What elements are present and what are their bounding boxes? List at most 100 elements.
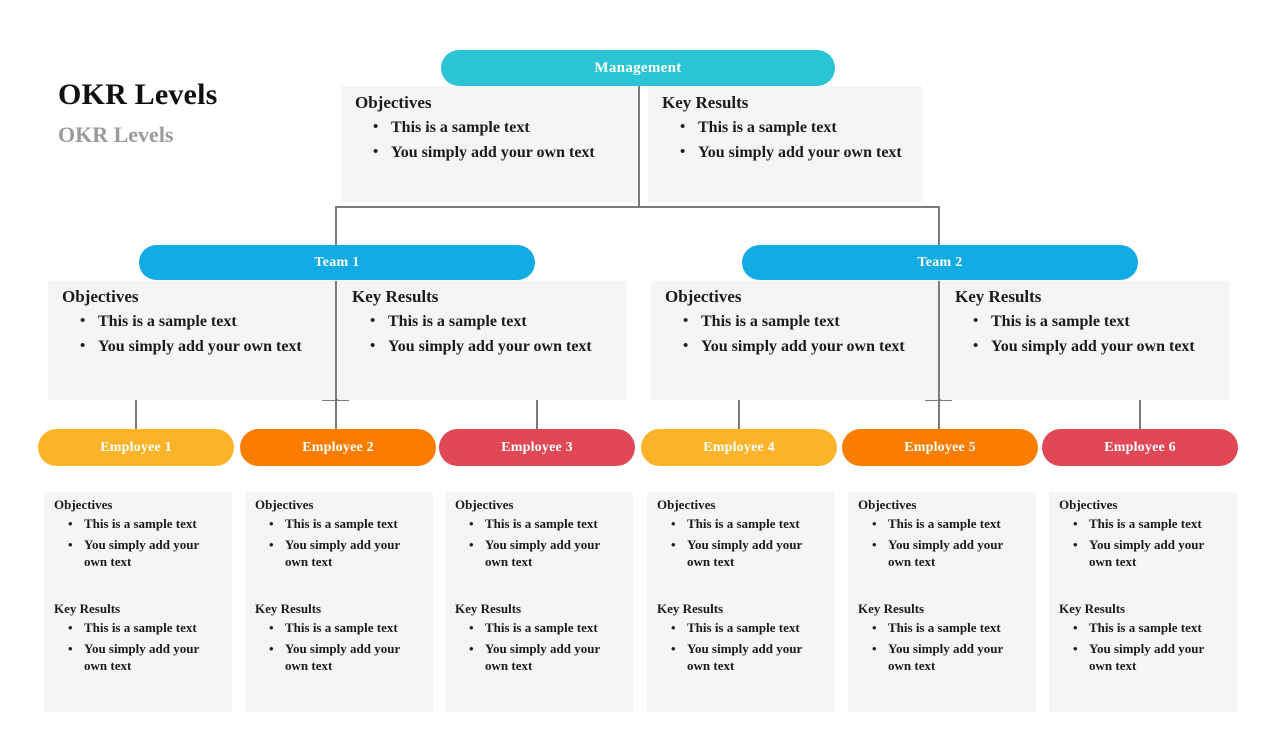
bullet-list: This is a sample text You simply add you…	[54, 516, 224, 571]
panel-heading-key-results: Key Results	[1059, 601, 1126, 616]
node-employee-2[interactable]: Employee 2	[240, 429, 436, 466]
node-employee-5[interactable]: Employee 5	[842, 429, 1038, 466]
panel-employee-2-objectives: Objectives This is a sample text You sim…	[245, 492, 433, 604]
bullet-list: This is a sample text You simply add you…	[657, 516, 827, 571]
panel-heading-key-results: Key Results	[352, 287, 439, 306]
list-item: You simply add your own text	[255, 537, 425, 571]
node-team-2[interactable]: Team 2	[742, 245, 1138, 280]
node-employee-5-label: Employee 5	[904, 439, 976, 455]
bullet-list: This is a sample text You simply add you…	[858, 516, 1028, 571]
panel-employee-5-key-results: Key Results This is a sample text You si…	[848, 596, 1036, 712]
divider-team-2-panels	[938, 281, 940, 400]
panel-heading-key-results: Key Results	[455, 601, 522, 616]
bullet-list: This is a sample text You simply add you…	[662, 118, 910, 164]
bullet-list: This is a sample text You simply add you…	[455, 516, 625, 571]
connector-team-2-drop	[938, 206, 940, 246]
bullet-list: This is a sample text You simply add you…	[665, 312, 928, 358]
panel-heading-objectives: Objectives	[858, 497, 917, 512]
node-employee-2-label: Employee 2	[302, 439, 374, 455]
connector-employee-3-drop	[536, 400, 538, 430]
panel-employee-2-key-results: Key Results This is a sample text You si…	[245, 596, 433, 712]
list-item: This is a sample text	[255, 516, 425, 533]
list-item: This is a sample text	[62, 312, 325, 332]
list-item: You simply add your own text	[665, 337, 928, 357]
list-item: You simply add your own text	[62, 337, 325, 357]
list-item: You simply add your own text	[955, 337, 1220, 357]
list-item: This is a sample text	[1059, 516, 1229, 533]
connector-employee-4-drop	[738, 400, 740, 430]
panel-heading-key-results: Key Results	[54, 601, 121, 616]
panel-employee-4-objectives: Objectives This is a sample text You sim…	[647, 492, 835, 604]
bullet-list: This is a sample text You simply add you…	[455, 620, 625, 675]
connector-management-stem	[638, 84, 640, 208]
node-employee-1[interactable]: Employee 1	[38, 429, 234, 466]
page-subtitle: OKR Levels	[58, 122, 174, 147]
list-item: You simply add your own text	[54, 641, 224, 675]
panel-employee-3-objectives: Objectives This is a sample text You sim…	[445, 492, 633, 604]
node-team-1-label: Team 1	[314, 254, 360, 270]
node-management-label: Management	[594, 59, 682, 76]
list-item: You simply add your own text	[657, 537, 827, 571]
panel-heading-objectives: Objectives	[657, 497, 716, 512]
list-item: This is a sample text	[657, 516, 827, 533]
connector-team-1-drop	[335, 206, 337, 246]
bullet-list: This is a sample text You simply add you…	[54, 620, 224, 675]
node-employee-4[interactable]: Employee 4	[641, 429, 837, 466]
panel-heading-objectives: Objectives	[1059, 497, 1118, 512]
list-item: You simply add your own text	[662, 143, 910, 163]
connector-employee-1-drop	[135, 400, 137, 430]
node-employee-4-label: Employee 4	[703, 439, 775, 455]
bullet-list: This is a sample text You simply add you…	[352, 312, 617, 358]
panel-employee-4-key-results: Key Results This is a sample text You si…	[647, 596, 835, 712]
list-item: You simply add your own text	[455, 537, 625, 571]
connector-employee-6-drop	[1139, 400, 1141, 430]
panel-heading-objectives: Objectives	[355, 93, 432, 112]
connector-employee-2-drop	[335, 400, 337, 430]
bullet-list: This is a sample text You simply add you…	[955, 312, 1220, 358]
panel-heading-objectives: Objectives	[455, 497, 514, 512]
list-item: You simply add your own text	[1059, 641, 1229, 675]
node-employee-6[interactable]: Employee 6	[1042, 429, 1238, 466]
panel-heading-objectives: Objectives	[62, 287, 139, 306]
panel-heading-key-results: Key Results	[858, 601, 925, 616]
list-item: This is a sample text	[352, 312, 617, 332]
panel-team-2-objectives: Objectives This is a sample text You sim…	[651, 281, 938, 400]
connector-teams-bus	[335, 206, 940, 208]
bullet-list: This is a sample text You simply add you…	[858, 620, 1028, 675]
list-item: This is a sample text	[455, 620, 625, 637]
node-team-2-label: Team 2	[917, 254, 963, 270]
bullet-list: This is a sample text You simply add you…	[255, 620, 425, 675]
panel-team-2-key-results: Key Results This is a sample text You si…	[941, 281, 1230, 400]
list-item: You simply add your own text	[255, 641, 425, 675]
node-employee-6-label: Employee 6	[1104, 439, 1176, 455]
node-employee-3[interactable]: Employee 3	[439, 429, 635, 466]
bullet-list: This is a sample text You simply add you…	[1059, 516, 1229, 571]
list-item: This is a sample text	[255, 620, 425, 637]
panel-management-objectives: Objectives This is a sample text You sim…	[341, 86, 637, 202]
panel-team-1-key-results: Key Results This is a sample text You si…	[338, 281, 627, 400]
divider-team-1-panels	[335, 281, 337, 400]
list-item: This is a sample text	[455, 516, 625, 533]
bullet-list: This is a sample text You simply add you…	[1059, 620, 1229, 675]
list-item: This is a sample text	[54, 516, 224, 533]
panel-heading-objectives: Objectives	[665, 287, 742, 306]
list-item: This is a sample text	[1059, 620, 1229, 637]
list-item: You simply add your own text	[455, 641, 625, 675]
list-item: You simply add your own text	[1059, 537, 1229, 571]
panel-employee-1-objectives: Objectives This is a sample text You sim…	[44, 492, 232, 604]
panel-employee-5-objectives: Objectives This is a sample text You sim…	[848, 492, 1036, 604]
list-item: You simply add your own text	[355, 143, 625, 163]
node-employee-1-label: Employee 1	[100, 439, 172, 455]
node-team-1[interactable]: Team 1	[139, 245, 535, 280]
bullet-list: This is a sample text You simply add you…	[657, 620, 827, 675]
panel-management-key-results: Key Results This is a sample text You si…	[648, 86, 922, 202]
list-item: This is a sample text	[657, 620, 827, 637]
panel-heading-key-results: Key Results	[255, 601, 322, 616]
list-item: You simply add your own text	[858, 537, 1028, 571]
okr-diagram: OKR Levels OKR Levels Management Objecti…	[0, 0, 1279, 756]
panel-heading-key-results: Key Results	[662, 93, 749, 112]
panel-employee-1-key-results: Key Results This is a sample text You si…	[44, 596, 232, 712]
bullet-list: This is a sample text You simply add you…	[355, 118, 625, 164]
node-management[interactable]: Management	[441, 50, 835, 86]
list-item: You simply add your own text	[858, 641, 1028, 675]
